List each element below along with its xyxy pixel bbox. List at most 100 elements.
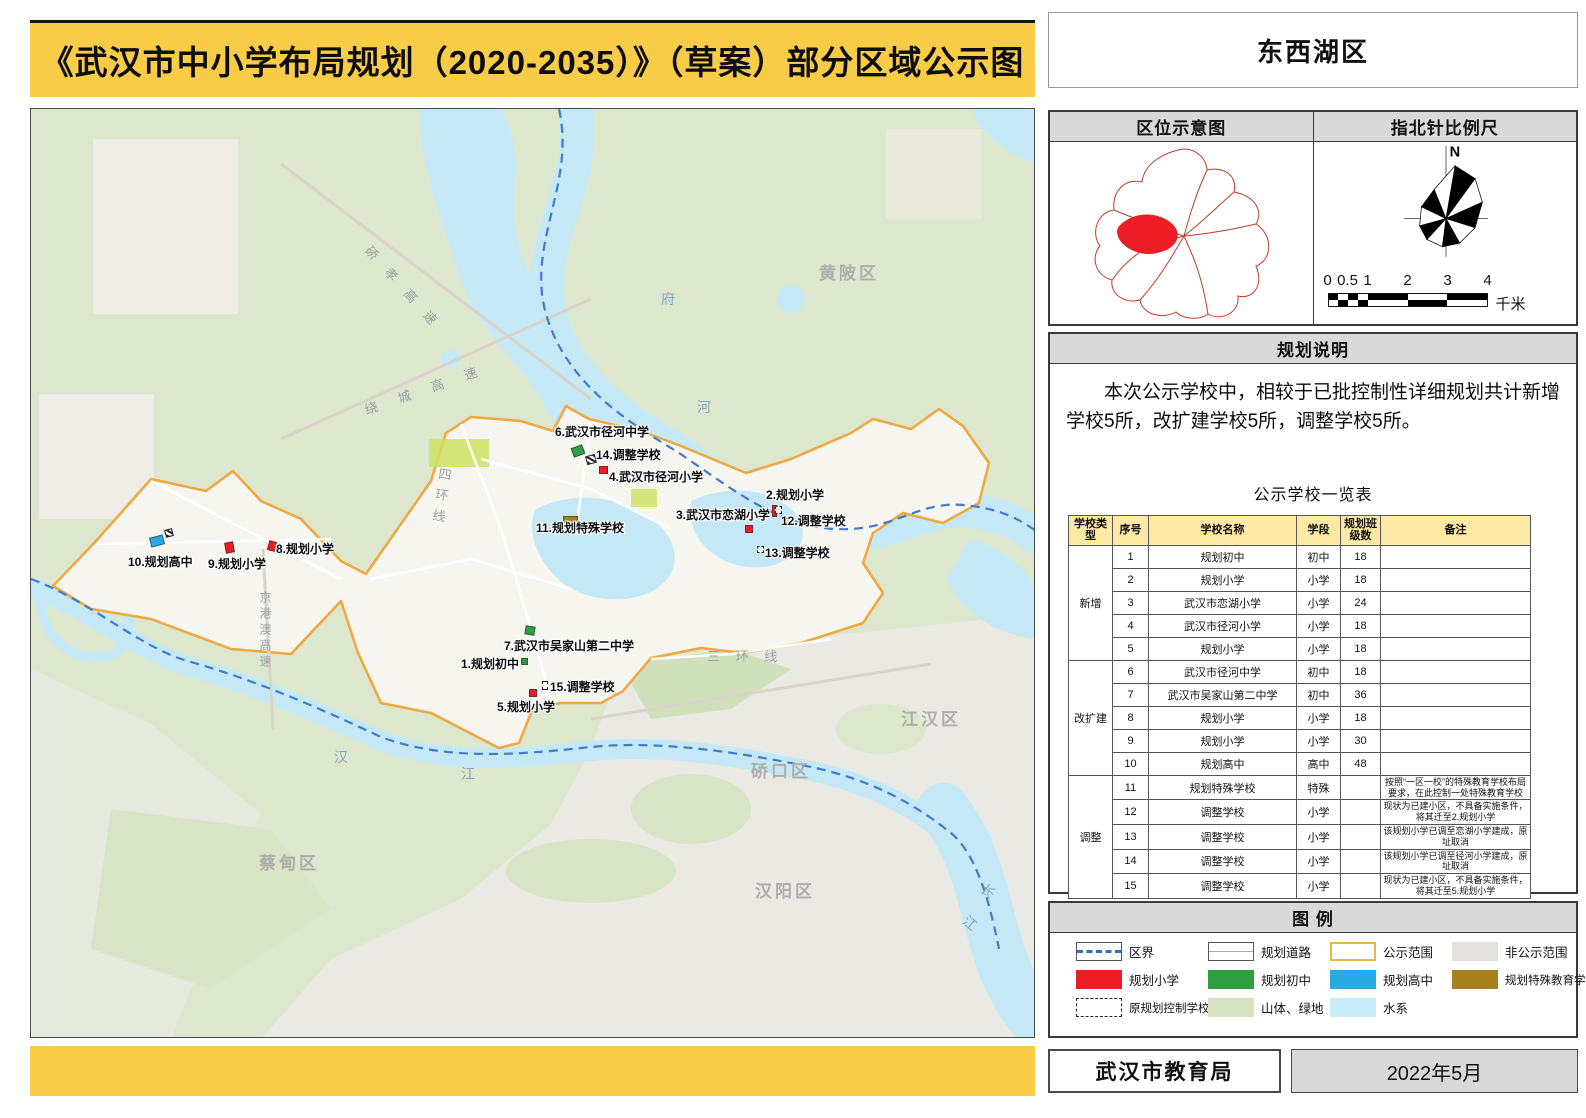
district-label: 蔡甸区 — [259, 849, 319, 874]
scale-bar: 00.51234 千米 — [1328, 272, 1564, 314]
remark-cell: 现状为已建小区，不具备实施条件，将其迁至5.规划小学 — [1381, 874, 1531, 899]
name-cell: 规划小学 — [1149, 706, 1297, 729]
table-header-cell: 备注 — [1381, 515, 1531, 545]
scale-tick-label: 0.5 — [1337, 272, 1358, 289]
school-type-cell: 新增 — [1069, 545, 1113, 660]
legend-item: 山体、绿地 — [1208, 998, 1326, 1017]
stage-cell: 小学 — [1297, 706, 1341, 729]
title-banner: 《武汉市中小学布局规划（2020-2035）》（草案）部分区域公示图 — [30, 20, 1035, 97]
remark-cell — [1381, 660, 1531, 683]
stage-cell: 高中 — [1297, 752, 1341, 775]
table-row: 10规划高中高中48 — [1069, 752, 1531, 775]
road-label: 绕城高速 — [362, 355, 501, 419]
table-header-cell: 学校名称 — [1149, 515, 1297, 545]
road-label: 京港澳高速 — [257, 591, 274, 671]
table-row: 7武汉市吴家山第二中学初中36 — [1069, 683, 1531, 706]
legend-item: 规划特殊教育学校 — [1452, 970, 1586, 989]
legend-label: 规划高中 — [1383, 970, 1433, 989]
date-box: 2022年5月 — [1291, 1049, 1578, 1093]
classes-cell: 24 — [1341, 591, 1381, 614]
classes-cell — [1341, 775, 1381, 800]
classes-cell: 36 — [1341, 683, 1381, 706]
map-labels-layer: 1.规划初中2.规划小学3.武汉市恋湖小学4.武汉市径河小学5.规划小学6.武汉… — [31, 109, 1034, 1037]
legend-label: 区界 — [1129, 942, 1154, 961]
name-cell: 调整学校 — [1149, 849, 1297, 874]
stage-cell: 特殊 — [1297, 775, 1341, 800]
road-label: 汉 — [334, 747, 348, 767]
classes-cell: 18 — [1341, 706, 1381, 729]
stage-cell: 初中 — [1297, 660, 1341, 683]
table-row: 3武汉市恋湖小学小学24 — [1069, 591, 1531, 614]
school-label: 7.武汉市吴家山第二中学 — [504, 637, 634, 654]
school-marker-solid-icon — [571, 444, 586, 458]
map-canvas: 1.规划初中2.规划小学3.武汉市恋湖小学4.武汉市径河小学5.规划小学6.武汉… — [30, 108, 1035, 1038]
seq-cell: 8 — [1113, 706, 1149, 729]
legend-item: 原规划控制学校 — [1076, 998, 1204, 1017]
table-row: 8规划小学小学18 — [1069, 706, 1531, 729]
legend-title: 图 例 — [1050, 903, 1576, 933]
district-label: 江汉区 — [901, 705, 961, 730]
planning-notes-panel: 规划说明 本次公示学校中，相较于已批控制性详细规划共计新增学校5所，改扩建学校5… — [1048, 332, 1578, 894]
road-label: 硚孝高速 — [361, 241, 453, 340]
page-title: 《武汉市中小学布局规划（2020-2035）》（草案）部分区域公示图 — [41, 36, 1025, 84]
table-row: 4武汉市径河小学小学18 — [1069, 614, 1531, 637]
name-cell: 调整学校 — [1149, 825, 1297, 850]
school-table-title: 公示学校一览表 — [1050, 481, 1576, 505]
scale-bar-checker — [1328, 293, 1488, 307]
name-cell: 武汉市恋湖小学 — [1149, 591, 1297, 614]
legend-symbol-fill-icon — [1452, 942, 1498, 961]
stage-cell: 小学 — [1297, 825, 1341, 850]
school-label: 1.规划初中 — [461, 655, 519, 672]
school-marker-solid-icon — [529, 689, 537, 697]
school-marker-solid-icon — [521, 658, 528, 665]
name-cell: 规划小学 — [1149, 568, 1297, 591]
classes-cell — [1341, 849, 1381, 874]
seq-cell: 6 — [1113, 660, 1149, 683]
school-type-cell: 调整 — [1069, 775, 1113, 898]
remark-cell: 按照“一区一校”的特殊教育学校布局要求，在此控制一处特殊教育学校 — [1381, 775, 1531, 800]
legend-item: 规划高中 — [1330, 970, 1448, 989]
compass-rose-icon: N — [1386, 144, 1506, 264]
table-row: 2规划小学小学18 — [1069, 568, 1531, 591]
school-label: 10.规划高中 — [128, 553, 193, 570]
name-cell: 规划小学 — [1149, 729, 1297, 752]
road-label: 府 — [661, 289, 675, 309]
legend-label: 水系 — [1383, 998, 1408, 1017]
remark-cell: 该规划小学已调至恋湖小学建成，原址取消 — [1381, 825, 1531, 850]
legend-item: 公示范围 — [1330, 942, 1448, 961]
seq-cell: 13 — [1113, 825, 1149, 850]
table-row: 12调整学校小学现状为已建小区，不具备实施条件，将其迁至2.规划小学 — [1069, 800, 1531, 825]
school-marker-dashed-icon — [757, 546, 764, 553]
seq-cell: 14 — [1113, 849, 1149, 874]
school-label: 14.调整学校 — [596, 446, 661, 463]
seq-cell: 12 — [1113, 800, 1149, 825]
road-label: 江 — [461, 764, 475, 784]
name-cell: 调整学校 — [1149, 800, 1297, 825]
scale-tick-label: 4 — [1483, 272, 1491, 289]
seq-cell: 1 — [1113, 545, 1149, 568]
compass-body: N 00.51234 千米 — [1314, 142, 1577, 324]
name-cell: 武汉市吴家山第二中学 — [1149, 683, 1297, 706]
agency-name: 武汉市教育局 — [1096, 1056, 1234, 1086]
scale-tick-label: 0 — [1323, 272, 1331, 289]
remark-cell: 现状为已建小区，不具备实施条件，将其迁至2.规划小学 — [1381, 800, 1531, 825]
legend-item: 水系 — [1330, 998, 1448, 1017]
legend-panel: 图 例 区界规划道路公示范围非公示范围规划小学规划初中规划高中规划特殊教育学校原… — [1048, 901, 1578, 1038]
compass-panel-title: 指北针比例尺 — [1314, 112, 1577, 142]
classes-cell: 18 — [1341, 545, 1381, 568]
school-label: 4.武汉市径河小学 — [609, 468, 703, 485]
table-header-cell: 序号 — [1113, 515, 1149, 545]
stage-cell: 小学 — [1297, 637, 1341, 660]
name-cell: 调整学校 — [1149, 874, 1297, 899]
classes-cell: 48 — [1341, 752, 1381, 775]
remark-cell — [1381, 591, 1531, 614]
district-header: 东西湖区 — [1048, 12, 1578, 88]
name-cell: 武汉市径河小学 — [1149, 614, 1297, 637]
school-label: 3.武汉市恋湖小学 — [676, 506, 770, 523]
school-label: 8.规划小学 — [276, 540, 334, 557]
legend-symbol-fill-icon — [1330, 970, 1376, 989]
school-label: 12.调整学校 — [781, 512, 846, 529]
legend-symbol-fill-icon — [1208, 970, 1254, 989]
scale-tick-label: 1 — [1363, 272, 1371, 289]
compass-north-label: N — [1449, 145, 1460, 161]
